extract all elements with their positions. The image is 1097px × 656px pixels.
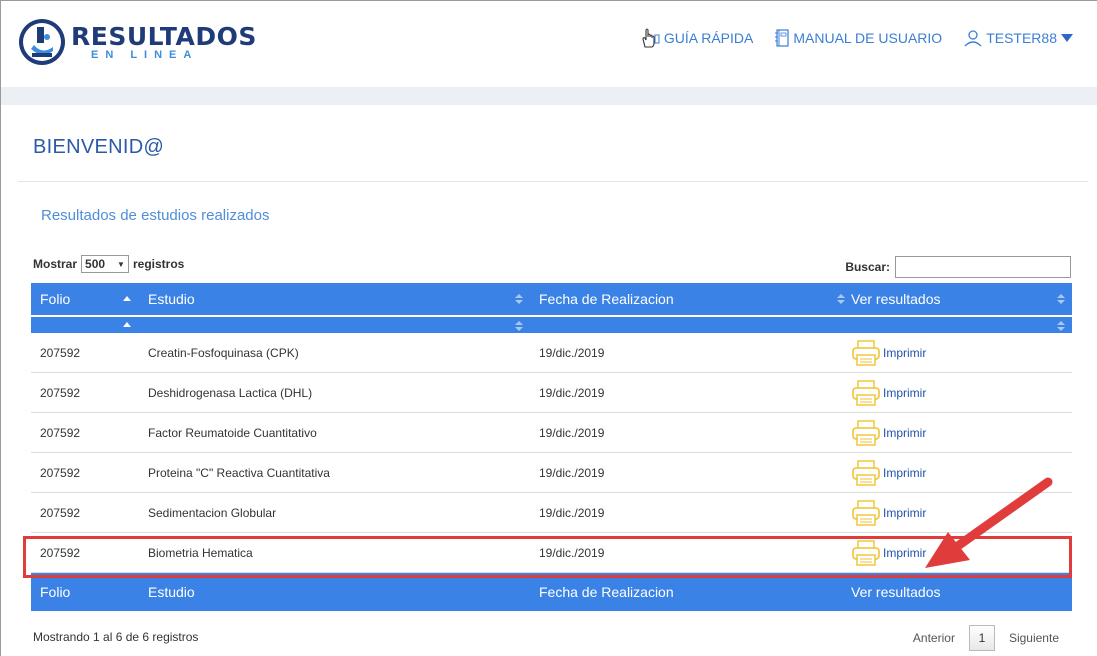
app-logo[interactable]: RESULTADOS EN LINEA (17, 17, 257, 67)
footer-folio: Folio (40, 584, 71, 600)
user-icon (964, 30, 982, 47)
search-input[interactable] (895, 256, 1071, 278)
cell-folio: 207592 (40, 345, 81, 360)
sort-both-icon[interactable] (1057, 321, 1065, 331)
hand-pointer-icon (642, 28, 660, 48)
print-link[interactable]: Imprimir (851, 419, 927, 446)
records-info: Mostrando 1 al 6 de 6 registros (33, 630, 199, 644)
page-size-control: Mostrar 500 ▼ registros (33, 255, 184, 273)
printer-icon (852, 339, 880, 366)
user-name: TESTER88 (986, 30, 1057, 46)
cell-ver: Imprimir (851, 373, 1061, 412)
table-row: 207592 Deshidrogenasa Lactica (DHL) 19/d… (31, 373, 1072, 413)
nav-quick-guide[interactable]: GUÍA RÁPIDA (638, 27, 753, 49)
printer-icon (852, 459, 880, 486)
section-title: Resultados de estudios realizados (41, 207, 270, 224)
table-header-row: Folio Estudio Fecha de Realizacion Ver r… (31, 283, 1072, 315)
next-page-button[interactable]: Siguiente (1009, 631, 1059, 645)
notebook-icon (775, 29, 789, 47)
cell-fecha: 19/dic./2019 (539, 385, 605, 400)
header-divider-band (1, 87, 1097, 105)
sort-both-icon (837, 294, 845, 304)
cell-estudio: Deshidrogenasa Lactica (DHL) (148, 385, 313, 400)
sort-both-icon (515, 294, 523, 304)
brand-word: RESULTADOS (71, 21, 257, 51)
page-size-select[interactable]: 500 ▼ (81, 255, 129, 273)
cell-folio: 207592 (40, 385, 81, 400)
search-control: Buscar: (845, 256, 1071, 278)
nav-quick-guide-label: GUÍA RÁPIDA (663, 30, 754, 46)
show-label: Mostrar (33, 257, 78, 271)
cell-estudio: Creatin-Fosfoquinasa (CPK) (148, 345, 299, 360)
nav-user-manual[interactable]: MANUAL DE USUARIO (775, 29, 942, 47)
cell-folio: 207592 (40, 465, 81, 480)
user-menu[interactable]: TESTER88 (964, 29, 1073, 47)
nav-user-manual-label: MANUAL DE USUARIO (793, 30, 943, 46)
cell-estudio: Sedimentacion Globular (148, 505, 277, 520)
page-size-value: 500 (85, 257, 106, 271)
print-link[interactable]: Imprimir (851, 379, 927, 406)
search-label: Buscar: (845, 260, 890, 274)
cell-folio: 207592 (40, 425, 81, 440)
page-number-button[interactable]: 1 (968, 625, 995, 651)
cell-fecha: 19/dic./2019 (539, 505, 605, 520)
brand-sub: EN LINEA (91, 48, 199, 61)
header-folio-label: Folio (40, 291, 71, 307)
prev-page-button[interactable]: Anterior (913, 631, 955, 645)
cell-fecha: 19/dic./2019 (539, 345, 605, 360)
print-label: Imprimir (883, 385, 927, 400)
header-estudio-label: Estudio (148, 291, 195, 307)
pagination: Anterior 1 Siguiente (913, 625, 1059, 651)
table-row: 207592 Creatin-Fosfoquinasa (CPK) 19/dic… (31, 333, 1072, 373)
footer-fecha: Fecha de Realizacion (539, 584, 674, 600)
sort-asc-icon (123, 296, 131, 301)
footer-estudio: Estudio (148, 584, 195, 600)
sort-both-icon[interactable] (515, 321, 523, 331)
header-ver-label: Ver resultados (851, 291, 941, 307)
printer-icon (852, 419, 880, 446)
print-label: Imprimir (883, 345, 927, 360)
print-link[interactable]: Imprimir (851, 339, 927, 366)
cell-estudio: Factor Reumatoide Cuantitativo (148, 425, 317, 440)
cell-ver: Imprimir (851, 333, 1061, 372)
sort-both-icon (1057, 294, 1065, 304)
divider (18, 181, 1088, 182)
table-filter-row (31, 315, 1072, 333)
top-nav: GUÍA RÁPIDA MANUAL DE USUARIO TESTER88 (616, 27, 1073, 49)
red-arrow-icon (925, 477, 1053, 568)
records-label: registros (132, 257, 185, 271)
header-fecha[interactable]: Fecha de Realizacion (539, 283, 839, 315)
chevron-down-icon (1061, 34, 1073, 42)
table-row: 207592 Factor Reumatoide Cuantitativo 19… (31, 413, 1072, 453)
printer-icon (852, 379, 880, 406)
chevron-down-icon: ▼ (117, 259, 125, 269)
cell-ver: Imprimir (851, 413, 1061, 452)
cell-estudio: Proteina "C" Reactiva Cuantitativa (148, 465, 330, 480)
printer-icon (852, 499, 880, 526)
sort-asc-icon[interactable] (123, 322, 131, 327)
top-header: RESULTADOS EN LINEA GUÍA RÁPIDA MANUAL D… (1, 1, 1097, 87)
microscope-logo-icon (19, 19, 65, 65)
page-title: BIENVENID@ (33, 136, 165, 158)
print-label: Imprimir (883, 425, 927, 440)
cell-fecha: 19/dic./2019 (539, 425, 605, 440)
header-estudio[interactable]: Estudio (148, 283, 528, 315)
header-fecha-label: Fecha de Realizacion (539, 291, 674, 307)
header-ver[interactable]: Ver resultados (851, 283, 1061, 315)
cell-fecha: 19/dic./2019 (539, 465, 605, 480)
cell-folio: 207592 (40, 505, 81, 520)
